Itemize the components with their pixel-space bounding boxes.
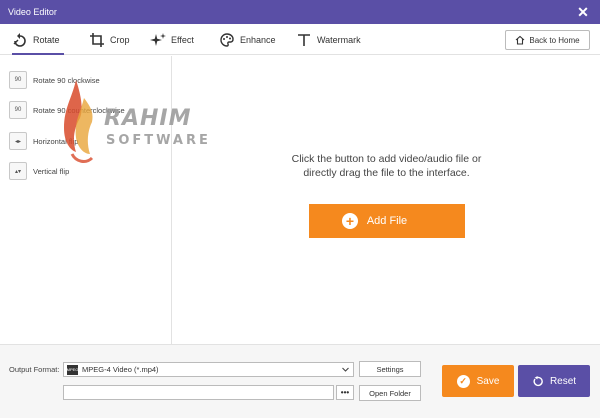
text-t-icon xyxy=(298,33,310,46)
browse-button[interactable]: ••• xyxy=(336,385,354,400)
palette-icon xyxy=(220,32,234,47)
sidebar-item-horizontal-flip[interactable]: ◂▸ Horizontal flip xyxy=(9,130,78,152)
sidebar-item-vertical-flip[interactable]: ▴▾ Vertical flip xyxy=(9,160,69,182)
drop-area[interactable]: Click the button to add video/audio file… xyxy=(173,56,600,344)
tab-effect[interactable]: Effect xyxy=(150,24,194,55)
save-label: Save xyxy=(476,375,500,387)
drop-hint-line-1: Click the button to add video/audio file… xyxy=(291,153,482,165)
tab-rotate[interactable]: Rotate xyxy=(12,24,64,55)
drop-hint-line-2: directly drag the file to the interface. xyxy=(303,167,470,179)
tab-label: Crop xyxy=(110,34,130,45)
tab-label: Rotate xyxy=(33,34,60,45)
save-button[interactable]: ✓ Save xyxy=(442,365,514,397)
settings-button[interactable]: Settings xyxy=(359,361,421,377)
open-folder-button[interactable]: Open Folder xyxy=(359,385,421,401)
sidebar-item-rotate-counterclockwise[interactable]: 90 Rotate 90 counterclockwise xyxy=(9,99,125,121)
output-format-select[interactable]: MPEG MPEG-4 Video (*.mp4) xyxy=(63,362,354,377)
rotate-cw-icon: 90 xyxy=(9,71,27,89)
tab-crop[interactable]: Crop xyxy=(89,24,130,55)
title-bar: Video Editor ✕ xyxy=(0,0,600,24)
home-icon xyxy=(516,35,525,45)
sidebar-item-label: Rotate 90 counterclockwise xyxy=(33,105,125,115)
reset-label: Reset xyxy=(549,375,577,387)
tab-label: Enhance xyxy=(240,34,276,45)
tab-enhance[interactable]: Enhance xyxy=(219,24,276,55)
rotate-icon xyxy=(13,32,26,47)
back-to-home-label: Back to Home xyxy=(529,35,580,45)
rotate-options-sidebar: 90 Rotate 90 clockwise 90 Rotate 90 coun… xyxy=(0,56,172,344)
reset-icon xyxy=(533,375,543,386)
tab-watermark[interactable]: Watermark xyxy=(296,24,361,55)
close-icon[interactable]: ✕ xyxy=(576,5,590,19)
sidebar-item-label: Rotate 90 clockwise xyxy=(33,75,100,85)
output-bar: Output Format: MPEG MPEG-4 Video (*.mp4)… xyxy=(0,344,600,418)
rotate-ccw-icon: 90 xyxy=(9,101,27,119)
crop-icon xyxy=(90,32,104,47)
sidebar-item-label: Vertical flip xyxy=(33,166,70,176)
window-title: Video Editor xyxy=(8,7,57,17)
add-file-label: Add File xyxy=(366,215,408,227)
sidebar-item-label: Horizontal flip xyxy=(33,136,79,146)
chevron-down-icon xyxy=(342,367,349,372)
mpeg-format-icon: MPEG xyxy=(67,364,78,375)
output-format-label: Output Format: xyxy=(9,365,60,374)
drop-hint: Click the button to add video/audio file… xyxy=(173,152,600,180)
plus-icon: + xyxy=(342,213,358,229)
back-to-home-button[interactable]: Back to Home xyxy=(505,30,590,50)
flip-vertical-icon: ▴▾ xyxy=(9,162,27,180)
tab-label: Effect xyxy=(171,34,194,45)
check-circle-icon: ✓ xyxy=(456,374,470,388)
sidebar-item-rotate-clockwise[interactable]: 90 Rotate 90 clockwise xyxy=(9,69,100,91)
effect-sparkle-icon xyxy=(150,32,166,46)
add-file-button[interactable]: + Add File xyxy=(309,204,465,238)
output-format-value: MPEG-4 Video (*.mp4) xyxy=(82,365,159,374)
tab-label: Watermark xyxy=(317,34,361,45)
reset-button[interactable]: Reset xyxy=(518,365,590,397)
output-path-input[interactable] xyxy=(63,385,334,400)
flip-horizontal-icon: ◂▸ xyxy=(9,132,27,150)
